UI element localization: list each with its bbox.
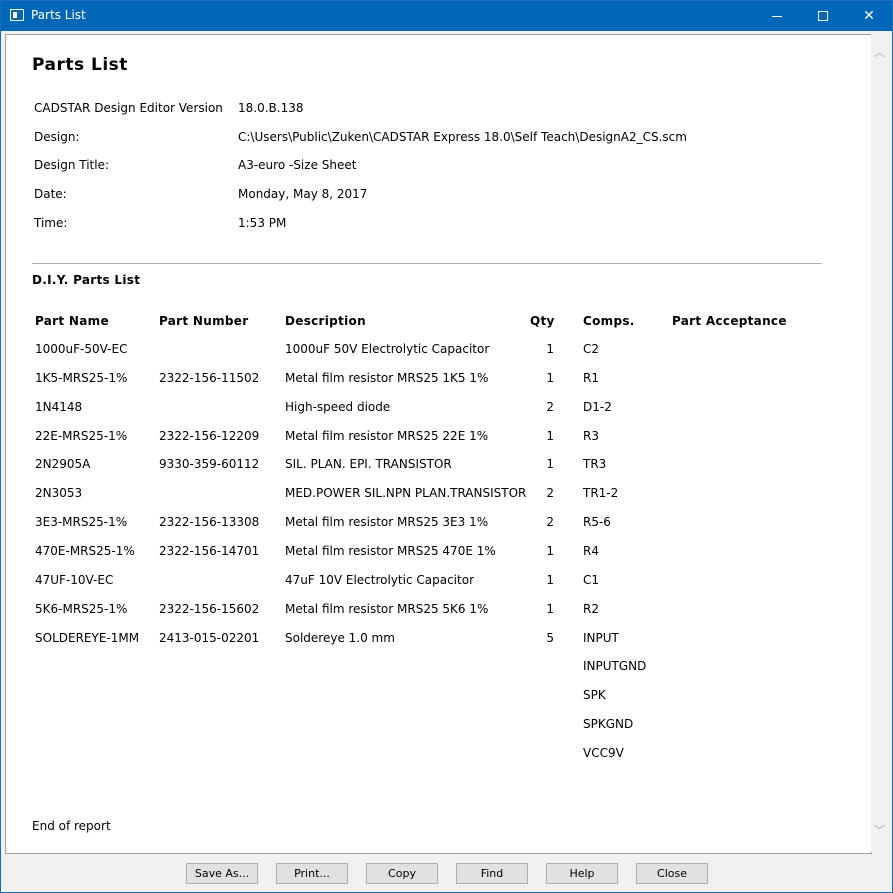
- meta-value: C:\Users\Public\Zuken\CADSTAR Express 18…: [238, 130, 687, 144]
- save-as-button[interactable]: Save As...: [186, 863, 258, 884]
- meta-label: Design Title:: [34, 158, 110, 172]
- cell-part-name: 1N4148: [35, 399, 83, 414]
- cell-part-number: 2322-156-14701: [159, 543, 260, 558]
- scroll-down-arrow-icon[interactable]: ﹀: [871, 822, 888, 842]
- cell-part-number: 2322-156-15602: [159, 601, 260, 616]
- cell-comps: R3: [583, 428, 599, 443]
- copy-button[interactable]: Copy: [366, 863, 438, 884]
- column-header-part-number: Part Number: [159, 314, 249, 328]
- cell-description: Metal film resistor MRS25 1K5 1%: [285, 370, 489, 385]
- section-title: D.I.Y. Parts List: [32, 273, 141, 287]
- cell-comps: INPUT: [583, 630, 619, 645]
- cell-comps: TR3: [583, 457, 607, 472]
- cell-qty: 2: [546, 515, 554, 530]
- cell-part-number: 9330-359-60112: [159, 457, 260, 472]
- cell-comps: R4: [583, 543, 599, 558]
- cell-part-name: 5K6-MRS25-1%: [35, 601, 128, 616]
- cell-part-name: 2N3053: [35, 486, 83, 501]
- cell-part-name: SOLDEREYE-1MM: [35, 630, 140, 645]
- find-button[interactable]: Find: [456, 863, 528, 884]
- column-header-part-acceptance: Part Acceptance: [672, 314, 787, 328]
- cell-description: Metal film resistor MRS25 3E3 1%: [285, 515, 489, 530]
- cell-comps: SPKGND: [583, 717, 634, 732]
- cell-description: 47uF 10V Electrolytic Capacitor: [285, 572, 474, 587]
- minimize-button[interactable]: [754, 1, 800, 31]
- cell-qty: 1: [546, 428, 554, 443]
- meta-value: 1:53 PM: [238, 216, 287, 230]
- parts-list-window: Parts List ✕ Parts List CADSTAR Design E…: [0, 0, 893, 893]
- cell-qty: 1: [546, 543, 554, 558]
- cell-comps: C2: [583, 342, 600, 356]
- cell-comps: SPK: [583, 688, 606, 703]
- meta-label: Date:: [34, 187, 67, 201]
- cell-comps: INPUTGND: [583, 659, 647, 674]
- meta-value: A3-euro -Size Sheet: [238, 158, 357, 172]
- column-header-description: Description: [285, 314, 366, 328]
- meta-label: Design:: [34, 130, 80, 144]
- close-button[interactable]: Close: [636, 863, 708, 884]
- cell-comps: VCC9V: [583, 745, 624, 760]
- cell-qty: 1: [546, 601, 554, 616]
- cell-comps: D1-2: [583, 399, 612, 414]
- cell-description: Metal film resistor MRS25 5K6 1%: [285, 601, 489, 616]
- report-content: Parts List CADSTAR Design Editor Version…: [5, 34, 872, 854]
- cell-comps: R1: [583, 370, 599, 385]
- title-bar[interactable]: Parts List ✕: [1, 1, 892, 31]
- cell-part-number: 2322-156-13308: [159, 515, 260, 530]
- close-window-button[interactable]: ✕: [846, 1, 892, 31]
- cell-part-number: 2322-156-12209: [159, 428, 260, 443]
- cell-comps: C1: [583, 572, 600, 587]
- cell-part-number: 2413-015-02201: [159, 630, 260, 645]
- meta-label: Time:: [34, 216, 68, 230]
- cell-description: High-speed diode: [285, 399, 391, 414]
- cell-qty: 5: [546, 630, 554, 645]
- column-header-part-name: Part Name: [35, 314, 109, 328]
- column-header-comps: Comps.: [583, 314, 635, 328]
- meta-value: 18.0.B.138: [238, 101, 304, 115]
- meta-label: CADSTAR Design Editor Version: [34, 101, 223, 115]
- cell-part-name: 2N2905A: [35, 457, 91, 472]
- cell-description: MED.POWER SIL.NPN PLAN.TRANSISTOR: [285, 486, 527, 501]
- cell-description: Metal film resistor MRS25 22E 1%: [285, 428, 489, 443]
- cell-qty: 1: [546, 342, 554, 356]
- app-icon: [10, 9, 24, 21]
- cell-description: SIL. PLAN. EPI. TRANSISTOR: [285, 457, 452, 472]
- cell-qty: 2: [546, 486, 554, 501]
- cell-comps: R2: [583, 601, 599, 616]
- report-title: Parts List: [32, 55, 128, 75]
- cell-part-name: 22E-MRS25-1%: [35, 428, 128, 443]
- cell-qty: 2: [546, 399, 554, 414]
- cell-qty: 1: [546, 457, 554, 472]
- cell-description: Soldereye 1.0 mm: [285, 630, 395, 645]
- cell-part-name: 47UF-10V-EC: [35, 572, 114, 587]
- maximize-button[interactable]: [800, 1, 846, 31]
- vertical-scrollbar[interactable]: ︿ ﹀: [871, 34, 888, 852]
- cell-description: Metal film resistor MRS25 470E 1%: [285, 543, 496, 558]
- cell-part-name: 1000uF-50V-EC: [35, 342, 128, 356]
- end-of-report: End of report: [32, 819, 111, 833]
- cell-part-name: 470E-MRS25-1%: [35, 543, 135, 558]
- cell-part-number: 2322-156-11502: [159, 370, 260, 385]
- cell-qty: 1: [546, 370, 554, 385]
- print-button[interactable]: Print...: [276, 863, 348, 884]
- meta-value: Monday, May 8, 2017: [238, 187, 368, 201]
- window-title: Parts List: [31, 8, 86, 22]
- scroll-up-arrow-icon[interactable]: ︿: [871, 44, 888, 64]
- cell-description: 1000uF 50V Electrolytic Capacitor: [285, 342, 490, 356]
- column-header-qty: Qty: [530, 314, 555, 328]
- cell-qty: 1: [546, 572, 554, 587]
- cell-comps: R5-6: [583, 515, 611, 530]
- help-button[interactable]: Help: [546, 863, 618, 884]
- cell-comps: TR1-2: [583, 486, 619, 501]
- divider: [32, 263, 822, 264]
- cell-part-name: 1K5-MRS25-1%: [35, 370, 128, 385]
- cell-part-name: 3E3-MRS25-1%: [35, 515, 128, 530]
